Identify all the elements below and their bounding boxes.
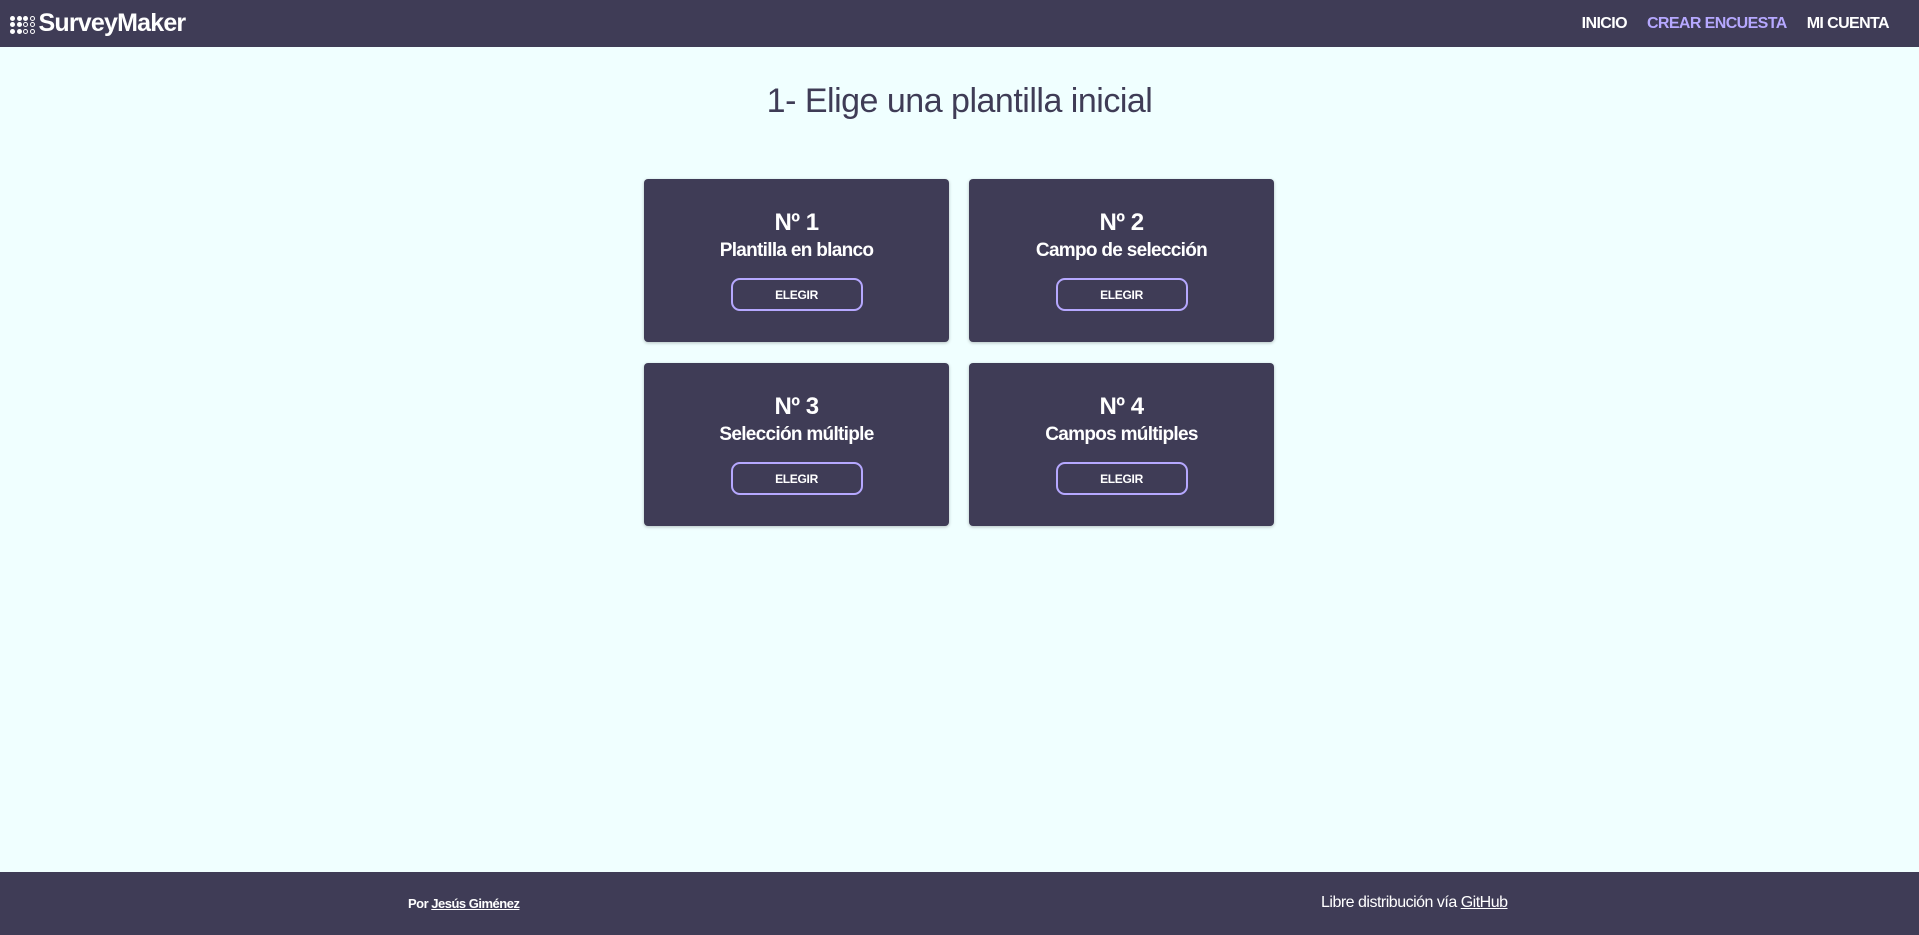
footer-license: Libre distribución vía GitHub [1321, 894, 1508, 912]
template-card-2: Nº 2 Campo de selección ELEGIR [969, 179, 1274, 342]
brand-logo-link[interactable]: SurveyMaker [10, 9, 187, 38]
footer-credits: Por Jesús Giménez [408, 896, 520, 911]
nav-crear-encuesta[interactable]: CREAR ENCUESTA [1647, 15, 1787, 33]
template-name: Selección múltiple [719, 424, 874, 445]
choose-template-4-button[interactable]: ELEGIR [1055, 462, 1188, 495]
footer-license-prefix: Libre distribución vía [1321, 894, 1461, 911]
template-name: Campos múltiples [1045, 424, 1198, 445]
template-number: Nº 4 [1099, 393, 1144, 420]
footer: Por Jesús Giménez Libre distribución vía… [0, 872, 1919, 935]
template-number: Nº 2 [1099, 209, 1144, 236]
nav-inicio[interactable]: INICIO [1582, 15, 1628, 33]
footer-credits-prefix: Por [408, 896, 432, 911]
brand-name: SurveyMaker [38, 9, 187, 37]
template-number: Nº 3 [774, 393, 819, 420]
author-link[interactable]: Jesús Giménez [431, 896, 520, 911]
navbar: SurveyMaker INICIO CREAR ENCUESTA MI CUE… [0, 0, 1919, 47]
page: SurveyMaker INICIO CREAR ENCUESTA MI CUE… [0, 0, 1919, 935]
main-nav: INICIO CREAR ENCUESTA MI CUENTA [1582, 15, 1890, 33]
page-title: 1- Elige una plantilla inicial [766, 82, 1153, 120]
nav-mi-cuenta[interactable]: MI CUENTA [1807, 15, 1890, 33]
template-card-3: Nº 3 Selección múltiple ELEGIR [644, 363, 949, 526]
template-grid: Nº 1 Plantilla en blanco ELEGIR Nº 2 Cam… [644, 179, 1274, 526]
dots-grid-icon [10, 15, 35, 34]
template-card-4: Nº 4 Campos múltiples ELEGIR [969, 363, 1274, 526]
github-link[interactable]: GitHub [1461, 894, 1508, 911]
choose-template-2-button[interactable]: ELEGIR [1055, 278, 1188, 311]
choose-template-1-button[interactable]: ELEGIR [730, 278, 863, 311]
template-name: Campo de selección [1035, 240, 1208, 261]
template-name: Plantilla en blanco [719, 240, 874, 261]
template-number: Nº 1 [774, 209, 819, 236]
template-card-1: Nº 1 Plantilla en blanco ELEGIR [644, 179, 949, 342]
choose-template-3-button[interactable]: ELEGIR [730, 462, 863, 495]
